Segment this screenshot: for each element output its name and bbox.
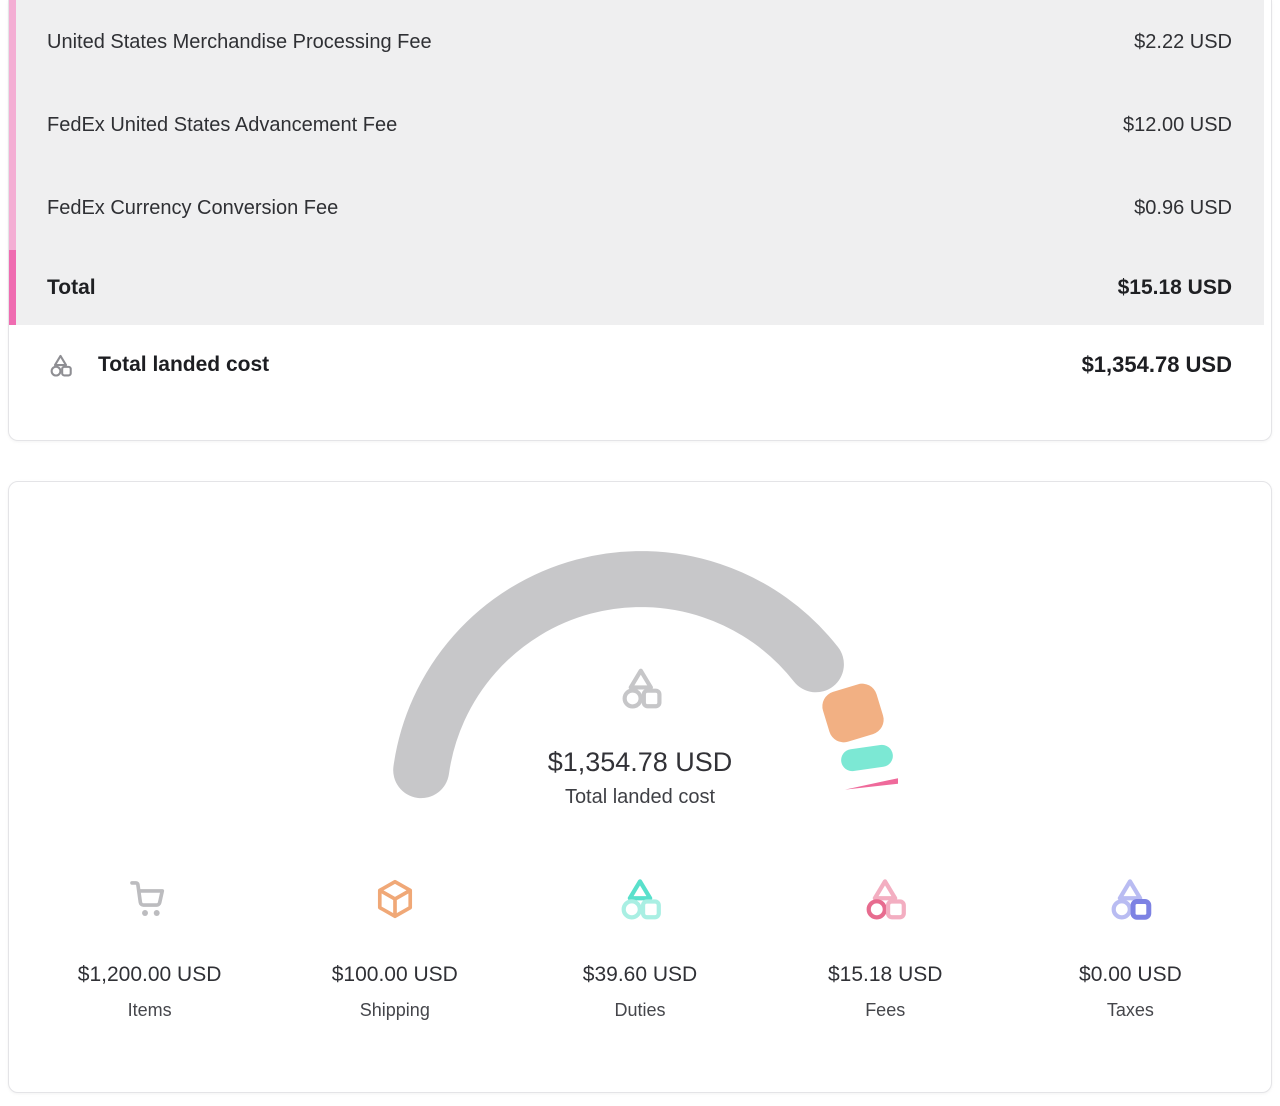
landed-cost-page: United States Merchandise Processing Fee… [0,0,1280,1106]
fee-row: FedEx United States Advancement Fee $12.… [9,84,1264,167]
fee-total-label: Total [47,276,96,300]
legend-amount: $15.18 USD [828,962,942,987]
gauge-segment-items [421,579,816,770]
triangle-shape [1120,881,1140,898]
triangle-shape [875,881,895,898]
square-shape [888,901,904,917]
legend-item-duties: $39.60 USD Duties [517,876,762,1021]
legend-label: Taxes [1107,1000,1154,1021]
circle-shape [624,901,640,917]
legend-label: Items [128,1000,172,1021]
fee-total-row: Total $15.18 USD [9,250,1264,325]
shapes-trio-icon [625,671,660,707]
gauge-center-label: Total landed cost [9,786,1271,809]
circle-shape [869,901,885,917]
triangle-shape [55,355,66,364]
gauge-segment-shipping [819,680,888,746]
fee-total-value: $15.18 USD [1118,276,1232,300]
square-shape [1133,901,1149,917]
shapes-trio-icon [862,876,908,922]
cost-breakdown-legend: $1,200.00 USD Items $100.00 USD Shipping [9,876,1271,1021]
square-shape [62,366,71,375]
fee-row: FedEx Currency Conversion Fee $0.96 USD [9,167,1264,250]
legend-item-shipping: $100.00 USD Shipping [272,876,517,1021]
legend-item-taxes: $0.00 USD Taxes [1008,876,1253,1021]
gauge-center-value: $1,354.78 USD [9,747,1271,778]
circle-shape [625,690,641,706]
legend-label: Shipping [360,1000,430,1021]
legend-amount: $1,200.00 USD [78,962,222,987]
fee-value: $12.00 USD [1123,114,1232,137]
triangle-shape [631,671,651,688]
triangle-shape [630,881,650,898]
legend-amount: $100.00 USD [332,962,458,987]
package-icon [373,877,417,921]
legend-amount: $0.00 USD [1079,962,1182,987]
total-landed-cost-value: $1,354.78 USD [1082,352,1232,378]
square-shape [643,901,659,917]
shapes-trio-icon [1107,876,1153,922]
legend-item-fees: $15.18 USD Fees [763,876,1008,1021]
fee-label: United States Merchandise Processing Fee [47,31,432,54]
shapes-trio-icon [48,353,73,378]
fee-value: $0.96 USD [1134,197,1232,220]
landed-cost-gauge-card: $1,354.78 USD Total landed cost $1,200.0… [8,481,1272,1093]
legend-item-items: $1,200.00 USD Items [27,876,272,1021]
total-landed-cost-label: Total landed cost [98,353,269,377]
fee-table: United States Merchandise Processing Fee… [9,0,1264,325]
fees-breakdown-card: United States Merchandise Processing Fee… [8,0,1272,441]
circle-shape [52,366,61,375]
fee-value: $2.22 USD [1134,31,1232,54]
fee-label: FedEx Currency Conversion Fee [47,197,338,220]
legend-amount: $39.60 USD [583,962,697,987]
legend-label: Fees [865,1000,905,1021]
cart-icon [127,876,173,922]
legend-label: Duties [614,1000,665,1021]
fee-row: United States Merchandise Processing Fee… [9,0,1264,84]
circle-shape [1114,901,1130,917]
square-shape [644,691,660,707]
total-landed-cost-row: Total landed cost $1,354.78 USD [9,325,1271,378]
shapes-trio-icon [617,876,663,922]
fee-label: FedEx United States Advancement Fee [47,114,397,137]
